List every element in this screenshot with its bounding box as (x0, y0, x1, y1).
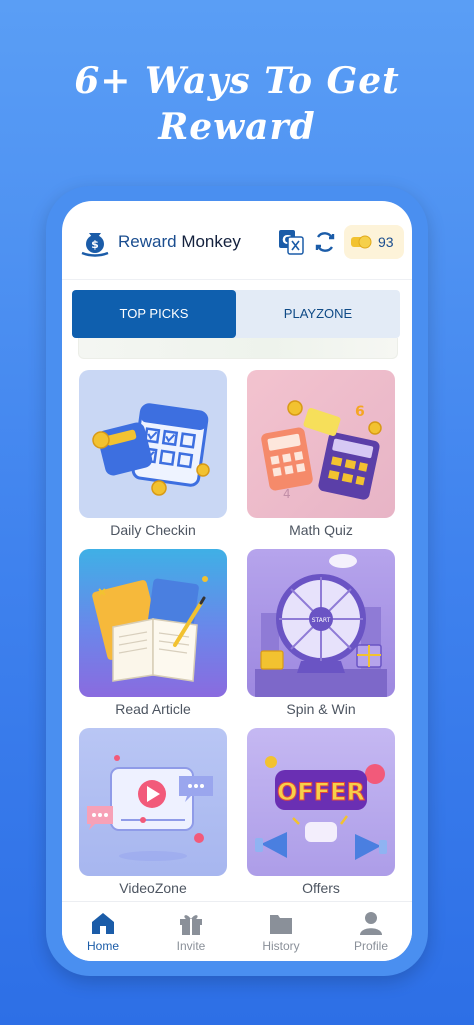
svg-text:6: 6 (355, 404, 365, 420)
refresh-icon[interactable] (312, 229, 338, 255)
brand-part-1: Reward (118, 232, 177, 251)
nav-history[interactable]: History (246, 910, 316, 953)
nav-invite-label: Invite (176, 939, 206, 953)
svg-text:START: START (312, 617, 331, 624)
app-header: $ Reward Monkey G 93 (62, 201, 412, 280)
card-label: Math Quiz (289, 522, 353, 538)
brand-part-2: Monkey (176, 232, 241, 251)
nav-history-label: History (262, 939, 300, 953)
nav-home-label: Home (86, 939, 119, 953)
bottom-nav: Home Invite History Profile (62, 901, 412, 961)
promo-headline: 6+ Ways To Get Reward (0, 58, 474, 150)
nav-profile[interactable]: Profile (336, 910, 406, 953)
nav-profile-label: Profile (353, 939, 388, 953)
prize-wheel-icon: START (255, 554, 387, 697)
coins-icon (351, 235, 372, 249)
user-icon (360, 912, 382, 935)
svg-text:$: $ (91, 238, 99, 251)
gift-icon (180, 915, 202, 935)
headline-line-2: Reward (158, 106, 316, 148)
home-icon (92, 913, 114, 934)
spin-win-tile: START (247, 549, 395, 697)
svg-text:OFFER: OFFER (277, 778, 365, 806)
daily-checkin-tile (79, 370, 227, 518)
card-label: VideoZone (119, 880, 187, 896)
card-label: Spin & Win (286, 701, 356, 717)
math-quiz-tile: 6 4 (247, 370, 395, 518)
app-screen: $ Reward Monkey G 93 TOP PICKS PLAYZONE (62, 201, 412, 961)
tab-top-picks[interactable]: TOP PICKS (72, 290, 236, 338)
coin-count: 93 (378, 234, 394, 250)
calendar-wallet-icon (92, 403, 210, 496)
read-article-tile (79, 549, 227, 697)
video-player-icon (87, 755, 213, 861)
card-label: Read Article (115, 701, 191, 717)
money-bag-logo-icon: $ (81, 233, 109, 257)
offer-megaphone-icon: OFFER (255, 756, 387, 860)
card-label: Daily Checkin (110, 522, 196, 538)
videozone-tile (79, 728, 227, 876)
offers-tile: OFFER (247, 728, 395, 876)
nav-invite[interactable]: Invite (156, 910, 226, 953)
brand-name: Reward Monkey (118, 232, 241, 252)
svg-text:4: 4 (283, 487, 291, 501)
banner-strip (78, 338, 398, 359)
tab-bar: TOP PICKS PLAYZONE (72, 290, 400, 338)
card-label: Offers (302, 880, 340, 896)
books-icon (92, 576, 208, 682)
headline-line-1: 6+ Ways To Get (74, 60, 400, 102)
nav-home[interactable]: Home (68, 910, 138, 953)
coin-balance[interactable]: 93 (344, 225, 404, 259)
calculators-icon: 6 4 (261, 400, 382, 501)
folder-icon (270, 915, 292, 934)
tab-playzone[interactable]: PLAYZONE (236, 290, 400, 338)
translate-icon[interactable]: G (278, 229, 304, 255)
